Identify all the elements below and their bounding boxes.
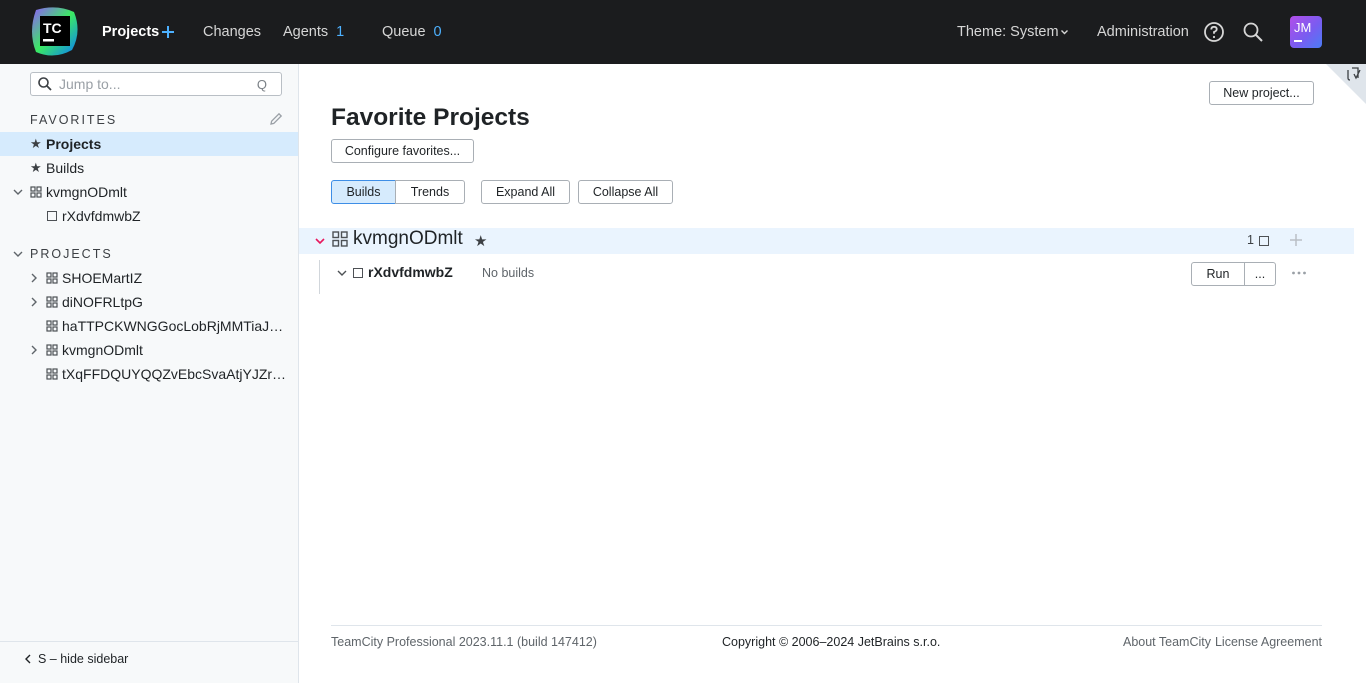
build-config-row-rxdvfdmwbz: rXdvfdmwbZ No builds bbox=[319, 260, 1309, 294]
hide-sidebar-toggle[interactable]: S – hide sidebar bbox=[0, 641, 298, 683]
sidebar-project-txqffdquyqqz[interactable]: tXqFFDQUYQQZvEbcSvaAtjYJZr… bbox=[0, 362, 298, 386]
project-icon bbox=[30, 186, 42, 198]
project-name-link[interactable]: kvmgnODmlt bbox=[353, 228, 463, 250]
project-icon bbox=[46, 344, 58, 356]
collapse-all-button[interactable]: Collapse All bbox=[578, 180, 673, 204]
build-config-icon bbox=[353, 268, 363, 278]
nav-administration[interactable]: Administration bbox=[1097, 23, 1189, 41]
sidebar-favorite-project-kvmgnodmlt[interactable]: kvmgnODmlt bbox=[0, 180, 298, 204]
agents-count-badge: 1 bbox=[336, 24, 345, 40]
chevron-down-icon[interactable] bbox=[12, 248, 24, 260]
sidebar-item-label: Projects bbox=[46, 136, 102, 152]
nav-projects[interactable]: Projects bbox=[102, 23, 159, 41]
sidebar-project-dinofrltpg[interactable]: diNOFRLtpG bbox=[0, 290, 298, 314]
chevron-down-icon[interactable] bbox=[336, 267, 348, 279]
sidebar-project-shoemartiz[interactable]: SHOEMartIZ bbox=[0, 266, 298, 290]
project-row-kvmgnodmlt: kvmgnODmlt ★ 1 bbox=[299, 228, 1354, 254]
theme-selector-label: Theme: System bbox=[957, 24, 1059, 40]
project-icon bbox=[46, 296, 58, 308]
tab-builds[interactable]: Builds bbox=[331, 180, 396, 204]
build-status-text: No builds bbox=[482, 266, 535, 280]
tab-trends[interactable]: Trends bbox=[395, 180, 465, 204]
version-text: TeamCity Professional 2023.11.1 (build 1… bbox=[331, 635, 597, 649]
license-agreement-link[interactable]: License Agreement bbox=[1215, 635, 1322, 649]
build-config-icon bbox=[1259, 236, 1269, 246]
user-avatar[interactable]: JM bbox=[1290, 16, 1322, 48]
project-icon bbox=[332, 231, 348, 247]
projects-section-label: PROJECTS bbox=[30, 247, 113, 261]
build-config-name-link[interactable]: rXdvfdmwbZ bbox=[368, 264, 453, 280]
nav-queue-label: Queue bbox=[382, 24, 426, 40]
chevron-down-icon[interactable] bbox=[12, 186, 24, 198]
avatar-initials: JM bbox=[1294, 20, 1312, 35]
chevron-left-icon bbox=[25, 654, 31, 664]
run-button-group: Run ... bbox=[1191, 262, 1276, 286]
nav-queue[interactable]: Queue 0 bbox=[382, 23, 442, 41]
configure-favorites-button[interactable]: Configure favorites... bbox=[331, 139, 474, 163]
sidebar: Q FAVORITES ★ Projects ★ Builds kvmgnODm… bbox=[0, 64, 299, 683]
chevron-right-icon[interactable] bbox=[28, 296, 40, 308]
sidebar-item-label: kvmgnODmlt bbox=[46, 184, 127, 200]
expand-all-button[interactable]: Expand All bbox=[481, 180, 570, 204]
edit-favorites-pencil-icon[interactable] bbox=[268, 111, 284, 127]
favorite-star-icon[interactable]: ★ bbox=[474, 232, 487, 250]
nav-changes[interactable]: Changes bbox=[203, 23, 261, 41]
more-actions-icon[interactable] bbox=[1291, 270, 1307, 276]
search-icon[interactable] bbox=[1241, 20, 1265, 44]
page-title: Favorite Projects bbox=[331, 104, 530, 131]
nav-agents-label: Agents bbox=[283, 24, 329, 40]
sidebar-favorite-builds[interactable]: ★ Builds bbox=[0, 156, 298, 180]
queue-count-badge: 0 bbox=[433, 24, 442, 40]
favorites-section-label: FAVORITES bbox=[30, 113, 118, 127]
run-button[interactable]: Run bbox=[1191, 262, 1245, 286]
sidebar-project-hattpckwng[interactable]: haTTPCKWNGGocLobRjMMTiaJ… bbox=[0, 314, 298, 338]
chevron-down-icon bbox=[1060, 30, 1068, 35]
sidebar-item-label: rXdvfdmwbZ bbox=[62, 208, 141, 224]
sidebar-favorite-projects[interactable]: ★ Projects bbox=[0, 132, 298, 156]
main-content: New project... Favorite Projects Configu… bbox=[299, 64, 1366, 683]
build-config-count: 1 bbox=[1247, 233, 1254, 247]
chevron-right-icon[interactable] bbox=[28, 344, 40, 356]
sidebar-item-label: haTTPCKWNGGocLobRjMMTiaJ… bbox=[62, 318, 284, 334]
build-config-icon bbox=[47, 211, 57, 221]
run-custom-options-button[interactable]: ... bbox=[1244, 262, 1276, 286]
jump-to-search[interactable]: Q bbox=[30, 72, 282, 96]
sidebar-item-label: kvmgnODmlt bbox=[62, 342, 143, 358]
sidebar-favorite-buildtype-rxdvfdmwbz[interactable]: rXdvfdmwbZ bbox=[0, 204, 298, 228]
search-shortcut-hint: Q bbox=[256, 77, 267, 92]
chevron-down-icon[interactable] bbox=[314, 235, 326, 247]
star-icon: ★ bbox=[30, 160, 42, 175]
search-icon bbox=[38, 77, 52, 91]
new-project-button[interactable]: New project... bbox=[1209, 81, 1314, 105]
project-icon bbox=[46, 320, 58, 332]
page-footer: TeamCity Professional 2023.11.1 (build 1… bbox=[331, 625, 1322, 655]
help-icon[interactable] bbox=[1202, 20, 1226, 44]
sidebar-item-label: diNOFRLtpG bbox=[62, 294, 143, 310]
teamcity-logo-icon[interactable]: TC bbox=[30, 6, 80, 58]
corner-fold-icon[interactable] bbox=[1312, 64, 1366, 104]
theme-selector[interactable]: Theme: System bbox=[957, 23, 1069, 41]
top-navigation-bar: TC Projects Changes Agents 1 Queue 0 Theme… bbox=[0, 0, 1366, 64]
logo-text: TC bbox=[43, 20, 62, 36]
nav-agents[interactable]: Agents 1 bbox=[283, 23, 344, 41]
hide-sidebar-label: S – hide sidebar bbox=[38, 652, 129, 666]
chevron-right-icon[interactable] bbox=[28, 272, 40, 284]
sidebar-item-label: tXqFFDQUYQQZvEbcSvaAtjYJZr… bbox=[62, 366, 287, 382]
sidebar-item-label: Builds bbox=[46, 160, 85, 176]
add-plus-icon[interactable] bbox=[1289, 233, 1303, 247]
star-icon: ★ bbox=[30, 136, 42, 151]
jump-to-input[interactable] bbox=[59, 75, 249, 93]
about-teamcity-link[interactable]: About TeamCity bbox=[1123, 635, 1211, 649]
sidebar-item-label: SHOEMartIZ bbox=[62, 270, 143, 286]
copyright-text: Copyright © 2006–2024 JetBrains s.r.o. bbox=[722, 635, 941, 649]
sidebar-project-kvmgnodmlt[interactable]: kvmgnODmlt bbox=[0, 338, 298, 362]
project-icon bbox=[46, 368, 58, 380]
add-project-plus-icon[interactable] bbox=[160, 23, 176, 41]
project-icon bbox=[46, 272, 58, 284]
